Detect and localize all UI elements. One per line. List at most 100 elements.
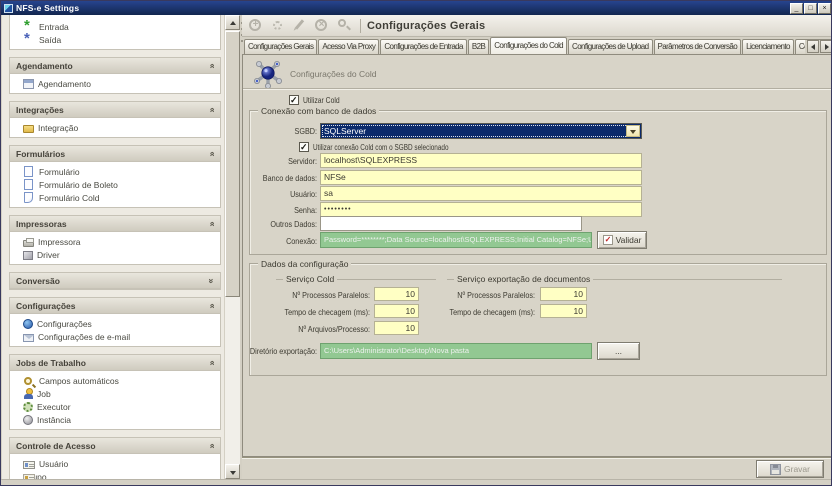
sidebar-header-controle-acesso[interactable]: Controle de Acesso»	[10, 438, 220, 454]
main-toolbar: + × Configurações Gerais	[242, 15, 832, 37]
sidebar-item-configuracoes-email[interactable]: Configurações de e-mail	[10, 330, 220, 343]
chevron-up-icon[interactable]: »	[207, 360, 215, 365]
page-title: Configurações do Cold	[290, 69, 376, 79]
header-divider	[243, 88, 831, 90]
scroll-down-icon[interactable]	[225, 464, 240, 479]
validar-button[interactable]: Validar	[597, 231, 647, 249]
sidebar-item-configuracoes[interactable]: Configurações	[10, 317, 220, 330]
sgbd-value: SQLServer	[324, 126, 366, 136]
sidebar-item-grupo[interactable]: Grupo	[10, 470, 220, 479]
title-bar: NFS-e Settings _ □ ×	[1, 1, 832, 15]
cold-processos-input[interactable]: 10	[374, 287, 419, 301]
sidebar-item-executor[interactable]: Executor	[10, 400, 220, 413]
chevron-up-icon[interactable]: »	[207, 63, 215, 68]
executor-icon	[23, 402, 33, 412]
user-card-icon	[23, 461, 35, 469]
checkbox-checked-icon[interactable]	[299, 142, 309, 152]
chevron-up-icon[interactable]: »	[207, 221, 215, 226]
tab-parametros-conversao[interactable]: Parâmetros de Conversão	[654, 39, 742, 54]
add-icon[interactable]: +	[247, 17, 264, 34]
sidebar-header-agendamento[interactable]: Agendamento»	[10, 58, 220, 74]
sidebar-group-formularios: Formulários» Formulário Formulário de Bo…	[9, 145, 221, 208]
sidebar-item-entrada[interactable]: Entrada	[10, 20, 220, 33]
app-icon	[4, 4, 13, 13]
tab-licenciamento[interactable]: Licenciamento	[742, 39, 794, 54]
chevron-up-icon[interactable]: »	[207, 443, 215, 448]
sidebar-header-integracoes[interactable]: Integrações»	[10, 102, 220, 118]
export-checagem-label: Tempo de checagem (ms):	[442, 307, 536, 317]
sidebar-header-formularios[interactable]: Formulários»	[10, 146, 220, 162]
delete-icon[interactable]: ×	[313, 17, 330, 34]
tab-b2b[interactable]: B2B	[468, 39, 489, 54]
scroll-up-icon[interactable]	[225, 15, 240, 30]
use-cold-checkbox[interactable]: Utilizar Cold	[289, 95, 349, 105]
job-icon	[23, 388, 33, 399]
search-icon[interactable]	[335, 17, 352, 34]
sidebar-header-configuracoes[interactable]: Configurações»	[10, 298, 220, 314]
combo-dropdown-icon[interactable]	[626, 125, 640, 137]
sidebar-item-instancia[interactable]: Instância	[10, 413, 220, 426]
tab-acesso-via-proxy[interactable]: Acesso Via Proxy	[318, 39, 379, 54]
mail-icon	[23, 334, 34, 342]
cold-checagem-label: Tempo de checagem (ms):	[277, 307, 371, 317]
edit-icon[interactable]	[291, 17, 308, 34]
settings-icon	[23, 319, 33, 329]
tab-configuracoes-cold[interactable]: Configurações do Cold	[490, 37, 567, 54]
banco-label: Banco de dados:	[224, 173, 318, 183]
sgbd-label: SGBD:	[224, 126, 318, 136]
browse-button[interactable]: ...	[597, 342, 640, 360]
sidebar-item-job[interactable]: Job	[10, 387, 220, 400]
checkbox-checked-icon[interactable]	[289, 95, 299, 105]
integration-icon	[23, 125, 34, 133]
sidebar-item-agendamento[interactable]: Agendamento	[10, 77, 220, 90]
sidebar-header-impressoras[interactable]: Impressoras»	[10, 216, 220, 232]
auto-fields-icon	[24, 377, 32, 385]
restore-button[interactable]: □	[804, 3, 817, 14]
sidebar-item-usuario[interactable]: Usuário	[10, 457, 220, 470]
chevron-up-icon[interactable]: »	[207, 107, 215, 112]
sgbd-select[interactable]: SQLServer	[320, 123, 642, 139]
tab-configuracoes-gerais[interactable]: Configurações Gerais	[244, 39, 317, 54]
cold-arquivos-label: Nº Arquivos/Processo:	[277, 324, 371, 334]
sidebar-item-formulario-cold[interactable]: Formulário Cold	[10, 191, 220, 204]
sidebar-item-formulario-boleto[interactable]: Formulário de Boleto	[10, 178, 220, 191]
cold-checagem-input[interactable]: 10	[374, 304, 419, 318]
use-conn-checkbox[interactable]: Utilizar conexão Cold com o SGBD selecio…	[299, 142, 482, 152]
sidebar-item-driver[interactable]: Driver	[10, 248, 220, 261]
tab-scroll-left-icon[interactable]	[807, 40, 819, 53]
sidebar-item-formulario[interactable]: Formulário	[10, 165, 220, 178]
gear-icon[interactable]	[269, 17, 286, 34]
servidor-input[interactable]: localhost\SQLEXPRESS	[320, 153, 642, 168]
export-processos-input[interactable]: 10	[540, 287, 587, 301]
sidebar-scrollbar[interactable]	[225, 15, 240, 479]
outros-dados-label: Outros Dados:	[224, 219, 318, 229]
window-title: NFS-e Settings	[16, 3, 790, 13]
close-button[interactable]: ×	[818, 3, 831, 14]
sidebar-item-impressora[interactable]: Impressora	[10, 235, 220, 248]
sidebar-item-integracao[interactable]: Integração	[10, 121, 220, 134]
usuario-input[interactable]: sa	[320, 186, 642, 201]
chevron-up-icon[interactable]: »	[207, 303, 215, 308]
outros-dados-input[interactable]	[320, 216, 582, 231]
senha-input[interactable]: ••••••••	[320, 202, 642, 217]
tab-configuracoes-upload[interactable]: Configurações de Upload	[568, 39, 652, 54]
instance-icon	[23, 415, 33, 425]
cold-arquivos-input[interactable]: 10	[374, 321, 419, 335]
export-checagem-input[interactable]: 10	[540, 304, 587, 318]
sidebar-group-configuracoes: Configurações» Configurações Configuraçõ…	[9, 297, 221, 347]
gravar-button[interactable]: Gravar	[756, 460, 824, 478]
sidebar-item-campos-automaticos[interactable]: Campos automáticos	[10, 374, 220, 387]
tab-scroll-right-icon[interactable]	[820, 40, 832, 53]
usuario-label: Usuário:	[224, 189, 318, 199]
export-processos-label: Nº Processos Paralelos:	[442, 290, 536, 300]
minimize-button[interactable]: _	[790, 3, 803, 14]
tab-configuracoes-entrada[interactable]: Configurações de Entrada	[380, 39, 467, 54]
sidebar-item-saida[interactable]: Saída	[10, 33, 220, 46]
sidebar-header-jobs[interactable]: Jobs de Trabalho»	[10, 355, 220, 371]
diretorio-label: Diretório exportação:	[224, 346, 318, 356]
form-cold-icon	[24, 192, 33, 203]
banco-input[interactable]: NFSe	[320, 170, 642, 185]
chevron-down-icon[interactable]: »	[207, 278, 215, 283]
sidebar-header-conversao[interactable]: Conversão»	[10, 273, 220, 289]
chevron-up-icon[interactable]: »	[207, 151, 215, 156]
